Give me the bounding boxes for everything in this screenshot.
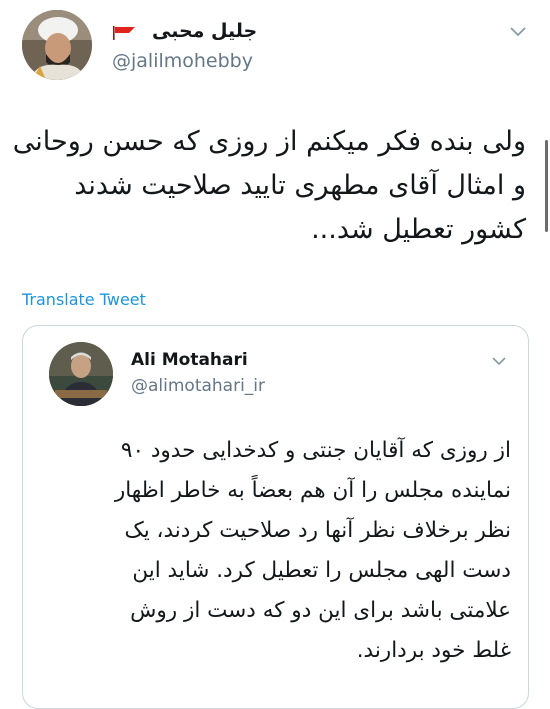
tweet-text-line: کشور تعطیل شد... [311,214,526,245]
quoted-text-line: نظر برخلاف نظر آنها رد صلاحیت کردند، یک [124,518,511,543]
tweet-card: جلیل محبی @jalilmohebby ولی بنده فکر میک… [0,0,550,709]
quoted-tweet[interactable]: Ali Motahari @alimotahari_ir از روزی که … [22,325,529,709]
tweet-text-line: و امثال آقای مطهری تایید صلاحیت شدند [74,170,526,201]
quoted-text-line: علامتی باشد برای این دو که دست از روش [130,598,511,623]
tweet-text: ولی بنده فکر میکنم از روزی که حسن روحانی… [12,120,526,252]
chevron-down-icon[interactable] [491,356,507,367]
scrollbar[interactable] [545,140,548,232]
quoted-text-line: نماینده مجلس را آن هم بعضاً به خاطر اظها… [114,478,511,503]
quoted-author-handle[interactable]: @alimotahari_ir [131,376,265,396]
author-handle[interactable]: @jalilmohebby [112,50,253,72]
author-avatar[interactable] [22,10,92,80]
quoted-avatar-image [49,342,113,406]
translate-tweet-link[interactable]: Translate Tweet [22,290,146,309]
flag-icon [113,26,135,40]
quoted-text-line: غلط خود بردارند. [356,638,511,663]
author-name[interactable]: جلیل محبی [152,20,257,42]
quoted-text-line: دست الهی مجلس را تعطیل کرد. شاید این [132,558,511,583]
quoted-author-avatar[interactable] [49,342,113,406]
quoted-text-line: از روزی که آقایان جنتی و کدخدایی حدود ۹۰ [120,438,511,463]
author-avatar-image [22,10,92,80]
tweet-text-line: ولی بنده فکر میکنم از روزی که حسن روحانی [12,126,526,157]
quoted-tweet-text: از روزی که آقایان جنتی و کدخدایی حدود ۹۰… [47,431,511,671]
chevron-down-icon[interactable] [509,26,527,38]
quoted-author-name[interactable]: Ali Motahari [131,350,248,370]
